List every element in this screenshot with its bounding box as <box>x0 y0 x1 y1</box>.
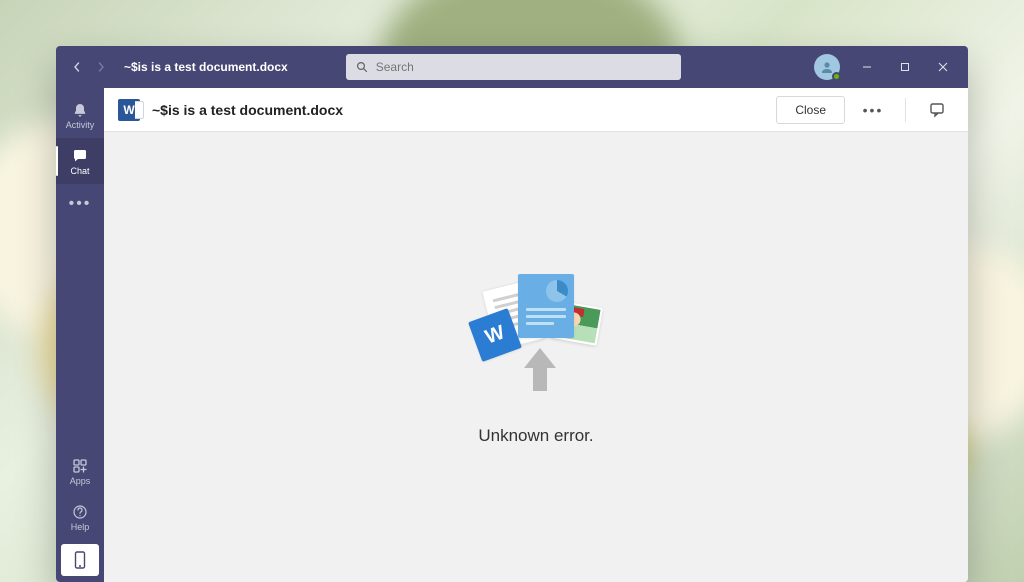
titlebar: ~$is is a test document.docx <box>56 46 968 88</box>
rail-overflow[interactable]: ••• <box>56 184 104 224</box>
conversation-icon <box>929 101 947 119</box>
search-input[interactable] <box>376 60 671 74</box>
history-nav <box>66 54 112 80</box>
rail-chat[interactable]: Chat <box>56 138 104 184</box>
open-conversation-button[interactable] <box>922 96 954 124</box>
rail-activity-label: Activity <box>66 121 95 130</box>
word-file-icon: W <box>118 99 140 121</box>
search-icon <box>356 61 368 73</box>
titlebar-doc-name: ~$is is a test document.docx <box>124 60 288 74</box>
rail-mobile-button[interactable] <box>61 544 99 576</box>
close-button-label: Close <box>795 103 826 117</box>
bell-icon <box>71 101 89 119</box>
search-box[interactable] <box>346 54 681 80</box>
report-page-icon <box>518 274 574 338</box>
document-title: ~$is is a test document.docx <box>152 102 343 118</box>
more-options-button[interactable]: ••• <box>857 96 889 124</box>
apps-icon <box>71 457 89 475</box>
rail-apps[interactable]: Apps <box>56 448 104 494</box>
error-message: Unknown error. <box>478 426 593 446</box>
rail-chat-label: Chat <box>70 167 89 176</box>
divider <box>905 98 906 122</box>
back-button[interactable] <box>66 54 88 80</box>
forward-button[interactable] <box>90 54 112 80</box>
chat-icon <box>71 147 89 165</box>
upload-arrow-icon <box>524 348 556 391</box>
content-area: W ~$is is a test document.docx Close ••• <box>104 88 968 582</box>
maximize-button[interactable] <box>886 46 924 88</box>
rail-activity[interactable]: Activity <box>56 92 104 138</box>
document-header: W ~$is is a test document.docx Close ••• <box>104 88 968 132</box>
rail-help-label: Help <box>71 523 90 532</box>
error-illustration: W <box>456 268 616 408</box>
document-viewer: W Unknown error. <box>104 132 968 582</box>
app-rail: Activity Chat ••• Apps <box>56 88 104 582</box>
minimize-button[interactable] <box>848 46 886 88</box>
close-window-button[interactable] <box>924 46 962 88</box>
teams-window: ~$is is a test document.docx <box>56 46 968 582</box>
help-icon <box>71 503 89 521</box>
presence-available-icon <box>832 72 841 81</box>
mobile-icon <box>74 551 86 569</box>
profile-avatar[interactable] <box>814 54 840 80</box>
rail-apps-label: Apps <box>70 477 91 486</box>
close-document-button[interactable]: Close <box>776 96 845 124</box>
window-controls <box>848 46 962 88</box>
rail-help[interactable]: Help <box>56 494 104 540</box>
